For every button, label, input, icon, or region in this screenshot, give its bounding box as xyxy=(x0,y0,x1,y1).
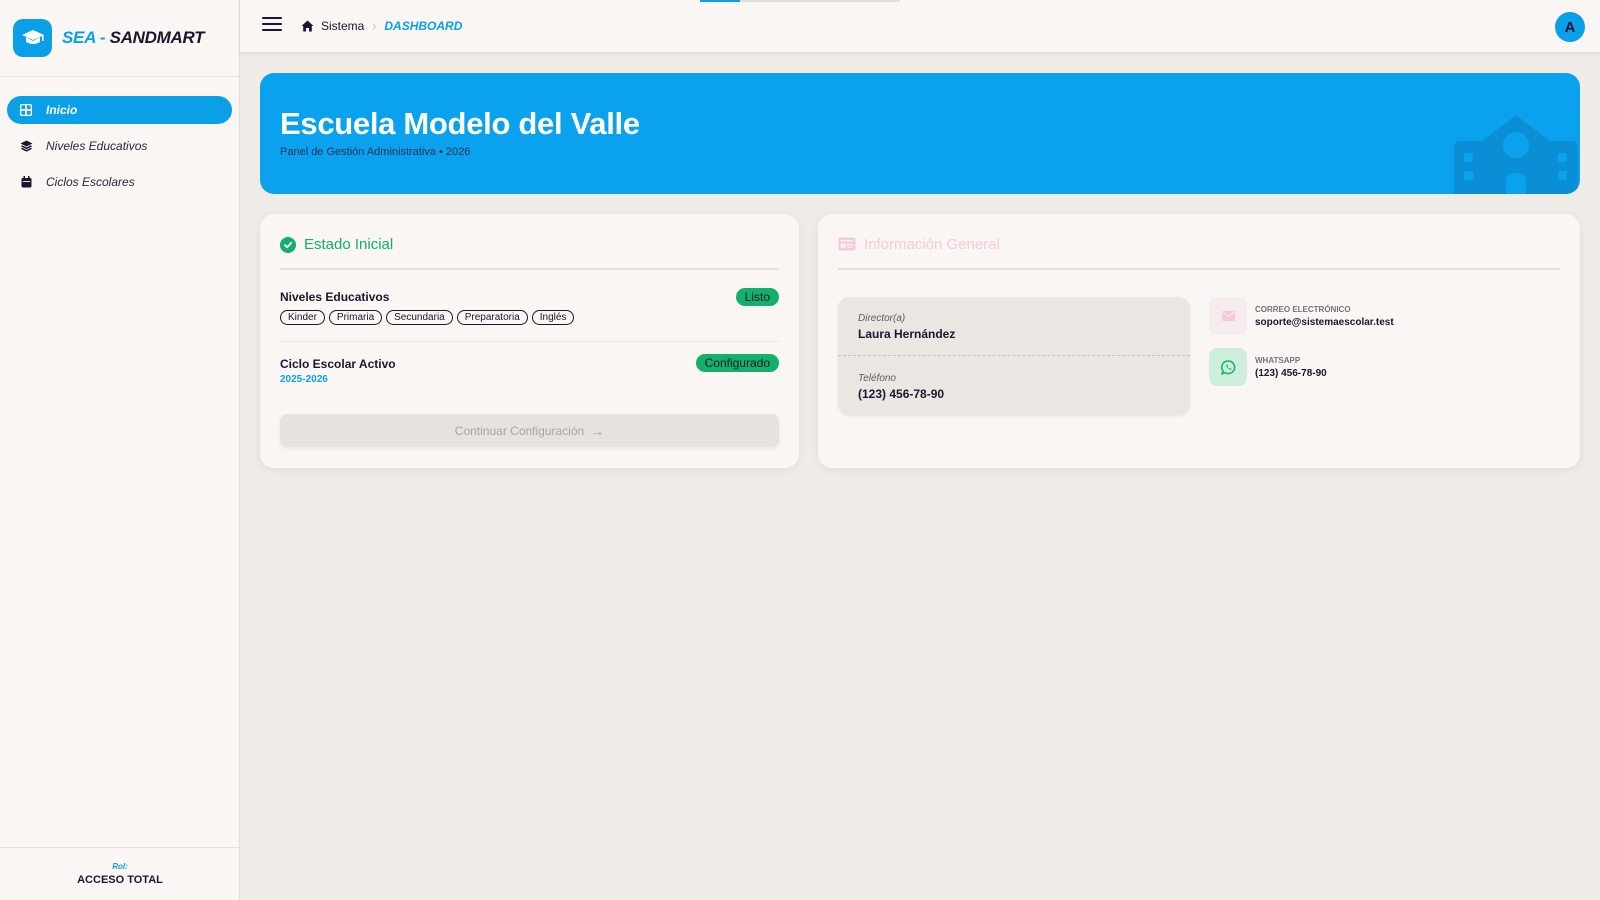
niveles-tags: Kinder Primaria Secundaria Preparatoria … xyxy=(280,310,779,325)
whatsapp-channel: WHATSAPP (123) 456-78-90 xyxy=(1209,348,1327,386)
informacion-general-card: Información General Director(a) Laura He… xyxy=(818,214,1580,468)
sidebar-item-label: Inicio xyxy=(46,103,78,117)
layers-icon xyxy=(19,139,33,153)
director-value: Laura Hernández xyxy=(858,327,956,341)
level-tag: Secundaria xyxy=(386,310,453,325)
home-icon[interactable] xyxy=(300,19,314,33)
brand-part1: SEA xyxy=(62,28,96,47)
check-circle-icon xyxy=(280,237,296,253)
email-label: CORREO ELECTRÓNICO xyxy=(1255,304,1351,314)
sidebar-nav: Inicio Niveles Educativos Ciclos Escolar… xyxy=(0,77,239,196)
card-header: Información General xyxy=(838,237,1560,270)
continue-setup-label: Continuar Configuración xyxy=(454,423,585,438)
chevron-right-icon: › xyxy=(372,19,377,33)
director-contact-box: Director(a) Laura Hernández Teléfono (12… xyxy=(838,297,1190,415)
brand[interactable]: SEA - SANDMART xyxy=(0,0,239,77)
whatsapp-label: WHATSAPP xyxy=(1255,355,1301,365)
sidebar-item-label: Ciclos Escolares xyxy=(46,175,135,189)
status-badge: Listo xyxy=(735,288,779,306)
breadcrumb: Sistema › DASHBOARD xyxy=(300,19,462,33)
level-tag: Inglés xyxy=(531,310,575,325)
menu-toggle-icon[interactable] xyxy=(262,17,282,35)
avatar[interactable]: A xyxy=(1555,12,1585,42)
envelope-icon xyxy=(1209,297,1247,335)
dashboard-grid-icon xyxy=(19,103,33,117)
brand-part2: SANDMART xyxy=(109,28,205,47)
loading-progress-bar xyxy=(700,0,900,2)
level-tag: Primaria xyxy=(328,310,383,325)
card-title: Estado Inicial xyxy=(304,236,394,253)
continue-setup-button[interactable]: Continuar Configuración → xyxy=(280,414,779,447)
role-label: Rol: xyxy=(112,862,128,871)
id-card-icon xyxy=(838,237,856,256)
whatsapp-icon xyxy=(1209,348,1247,386)
sidebar-item-inicio[interactable]: Inicio xyxy=(7,96,232,124)
email-value[interactable]: soporte@sistemaescolar.test xyxy=(1255,317,1394,328)
email-channel: CORREO ELECTRÓNICO soporte@sistemaescola… xyxy=(1209,297,1394,335)
graduation-cap-icon xyxy=(13,19,52,57)
school-building-icon xyxy=(1452,103,1580,194)
arrow-right-icon: → xyxy=(590,422,605,439)
breadcrumb-root[interactable]: Sistema xyxy=(321,19,364,33)
ciclo-value: 2025-2026 xyxy=(280,374,328,385)
director-label: Director(a) xyxy=(858,313,906,324)
sidebar: SEA - SANDMART Inicio Niveles Educativos… xyxy=(0,0,240,900)
sidebar-item-ciclos[interactable]: Ciclos Escolares xyxy=(7,168,232,196)
sidebar-item-niveles[interactable]: Niveles Educativos xyxy=(7,132,232,160)
topbar: Sistema › DASHBOARD A xyxy=(240,0,1600,53)
hero-subtitle: Panel de Gestión Administrativa • 2026 xyxy=(280,146,471,158)
niveles-title: Niveles Educativos xyxy=(280,290,390,304)
loading-progress-fill xyxy=(700,0,740,2)
level-tag: Preparatoria xyxy=(456,310,528,325)
calendar-icon xyxy=(19,175,33,189)
card-title: Información General xyxy=(864,236,1000,253)
director-block: Director(a) Laura Hernández xyxy=(858,313,955,341)
breadcrumb-current: DASHBOARD xyxy=(384,19,463,33)
brand-name: SEA - SANDMART xyxy=(62,28,205,48)
phone-label: Teléfono xyxy=(858,373,896,384)
hero-banner: Escuela Modelo del Valle Panel de Gestió… xyxy=(260,73,1580,194)
school-name: Escuela Modelo del Valle xyxy=(280,106,640,141)
dashed-divider xyxy=(838,355,1190,356)
phone-block: Teléfono (123) 456-78-90 xyxy=(858,373,944,401)
role-value: ACCESO TOTAL xyxy=(77,874,163,886)
level-tag: Kinder xyxy=(280,310,325,325)
role-panel: Rol: ACCESO TOTAL xyxy=(0,847,240,900)
phone-value: (123) 456-78-90 xyxy=(858,387,945,401)
card-header: Estado Inicial xyxy=(280,237,779,270)
estado-inicial-card: Estado Inicial Niveles Educativos Kinder… xyxy=(260,214,799,468)
whatsapp-value[interactable]: (123) 456-78-90 xyxy=(1255,368,1327,379)
ciclo-row: Ciclo Escolar Activo 2025-2026 Configura… xyxy=(280,354,779,397)
status-badge: Configurado xyxy=(695,354,779,372)
sidebar-item-label: Niveles Educativos xyxy=(46,139,148,153)
brand-separator: - xyxy=(95,28,110,47)
niveles-row: Niveles Educativos Kinder Primaria Secun… xyxy=(280,288,779,342)
